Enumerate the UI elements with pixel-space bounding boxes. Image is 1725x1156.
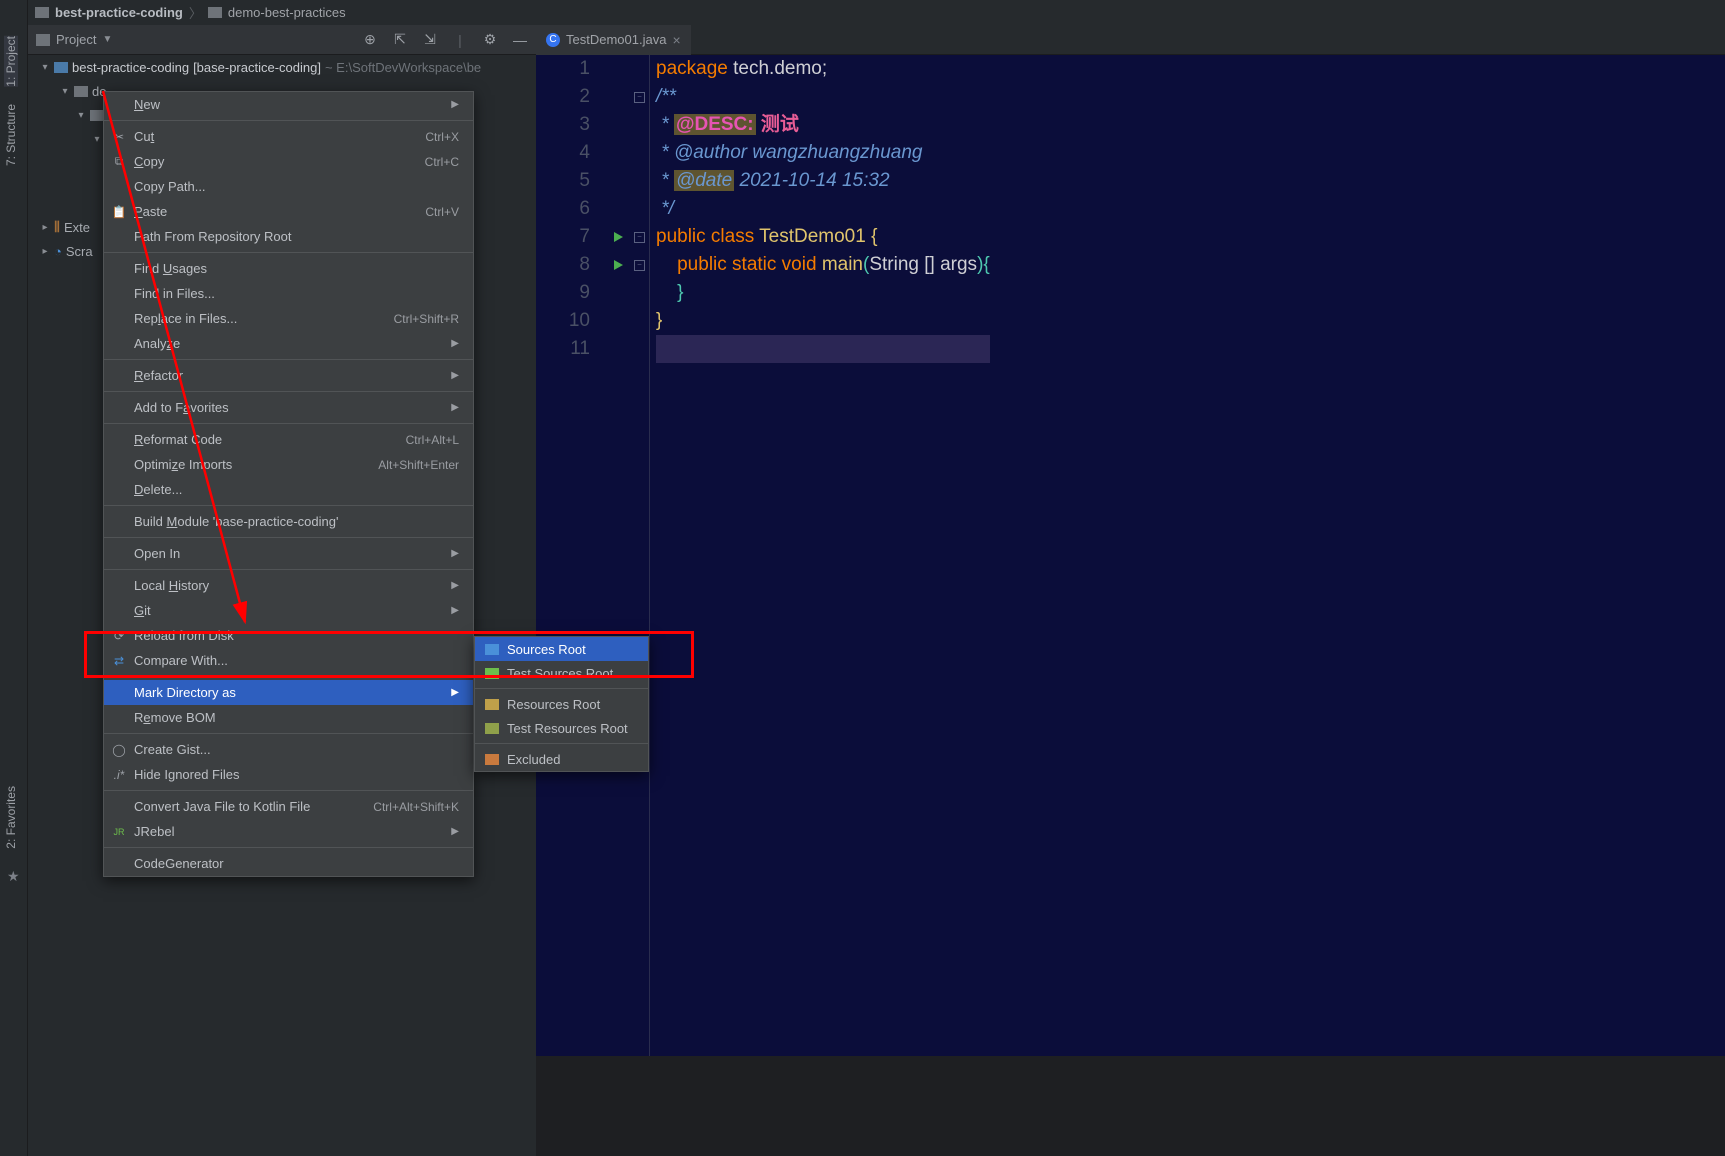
folder-icon (74, 86, 88, 97)
close-icon[interactable]: × (672, 32, 680, 48)
ctx-find-usages[interactable]: Find Usages (104, 256, 473, 281)
ctx-delete[interactable]: Delete... (104, 477, 473, 502)
fold-gutter: − − − (630, 55, 650, 1056)
copy-icon: ⧉ (111, 154, 127, 170)
ctx-compare[interactable]: ⇄Compare With... (104, 648, 473, 673)
ctx-copy-path[interactable]: Copy Path... (104, 174, 473, 199)
ctx-mark-directory[interactable]: Mark Directory as▶ (104, 680, 473, 705)
module-icon (54, 62, 68, 73)
breadcrumb: best-practice-coding 〉 demo-best-practic… (0, 0, 1725, 25)
ctx-convert-kotlin[interactable]: Convert Java File to Kotlin FileCtrl+Alt… (104, 794, 473, 819)
ctx-local-history[interactable]: Local History▶ (104, 573, 473, 598)
tree-row-root[interactable]: ▾ best-practice-coding [base-practice-co… (28, 55, 536, 79)
ctx-build-module[interactable]: Build Module 'base-practice-coding' (104, 509, 473, 534)
reload-icon: ⟳ (111, 628, 127, 644)
ctx-optimize-imports[interactable]: Optimize ImportsAlt+Shift+Enter (104, 452, 473, 477)
run-icon[interactable] (614, 232, 623, 242)
java-class-icon: C (546, 33, 560, 47)
sub-sources-root[interactable]: Sources Root (475, 637, 648, 661)
sub-excluded[interactable]: Excluded (475, 747, 648, 771)
folder-icon (35, 7, 49, 18)
ctx-create-gist[interactable]: ◯Create Gist... (104, 737, 473, 762)
ctx-copy[interactable]: ⧉CopyCtrl+C (104, 149, 473, 174)
filter-icon: .i* (111, 767, 127, 783)
folder-icon (485, 754, 499, 765)
collapse-all-icon[interactable]: ⇲ (422, 32, 438, 48)
ctx-open-in[interactable]: Open In▶ (104, 541, 473, 566)
tab-label: TestDemo01.java (566, 32, 666, 47)
project-panel-header: Project ▼ ⊕ ⇱ ⇲ | ⚙ — (28, 25, 536, 55)
ctx-git[interactable]: Git▶ (104, 598, 473, 623)
toolstripe-favorites[interactable]: 2: Favorites (4, 786, 18, 849)
sub-test-resources-root[interactable]: Test Resources Root (475, 716, 648, 740)
mark-directory-submenu: Sources Root Test Sources Root Resources… (474, 636, 649, 772)
scissors-icon: ✂ (111, 129, 127, 145)
ctx-replace-files[interactable]: Replace in Files...Ctrl+Shift+R (104, 306, 473, 331)
ctx-paste[interactable]: 📋PasteCtrl+V (104, 199, 473, 224)
diff-icon: ⇄ (111, 653, 127, 669)
folder-icon (485, 644, 499, 655)
folder-icon (485, 668, 499, 679)
ctx-hide-ignored[interactable]: .i*Hide Ignored Files (104, 762, 473, 787)
run-icon[interactable] (614, 260, 623, 270)
gear-icon[interactable]: ⚙ (482, 32, 498, 48)
ctx-path-repo[interactable]: Path From Repository Root (104, 224, 473, 249)
ctx-remove-bom[interactable]: Remove BOM (104, 705, 473, 730)
folder-icon (485, 723, 499, 734)
code-editor[interactable]: 123 456 789 1011 − − − package tech.demo… (536, 55, 1725, 1056)
code-area[interactable]: package tech.demo; /** * @DESC: 测试 * @au… (650, 55, 990, 1056)
fold-icon[interactable]: − (634, 92, 645, 103)
editor-tabbar: C TestDemo01.java × (536, 25, 1725, 55)
toolstripe-project[interactable]: 1: Project (4, 36, 18, 87)
dropdown-icon[interactable]: ▼ (102, 34, 112, 45)
toolstripe-structure[interactable]: 7: Structure (4, 104, 18, 166)
ctx-reformat[interactable]: Reformat CodeCtrl+Alt+L (104, 427, 473, 452)
ctx-new[interactable]: New▶ (104, 92, 473, 117)
divider: | (452, 32, 468, 48)
expand-icon[interactable]: ▾ (76, 110, 86, 121)
ctx-cut[interactable]: ✂CutCtrl+X (104, 124, 473, 149)
folder-icon (485, 699, 499, 710)
ctx-codegenerator[interactable]: CodeGenerator (104, 851, 473, 876)
folder-icon (208, 7, 222, 18)
libraries-icon: ⫼ (54, 219, 60, 235)
expand-icon[interactable]: ▾ (60, 86, 70, 97)
line-number-gutter: 123 456 789 1011 (536, 55, 606, 1056)
sub-resources-root[interactable]: Resources Root (475, 692, 648, 716)
folder-icon (90, 110, 104, 121)
ctx-find-files[interactable]: Find in Files... (104, 281, 473, 306)
context-menu: New▶ ✂CutCtrl+X ⧉CopyCtrl+C Copy Path...… (103, 91, 474, 877)
expand-icon[interactable]: ▾ (40, 62, 50, 73)
breadcrumb-leaf[interactable]: demo-best-practices (228, 5, 346, 20)
ctx-refactor[interactable]: Refactor▶ (104, 363, 473, 388)
fold-icon[interactable]: − (634, 260, 645, 271)
fold-icon[interactable]: − (634, 232, 645, 243)
jrebel-icon: JR (111, 824, 127, 840)
expand-icon[interactable]: ▸ (40, 222, 50, 233)
sub-test-sources-root[interactable]: Test Sources Root (475, 661, 648, 685)
github-icon: ◯ (111, 742, 127, 758)
expand-all-icon[interactable]: ⇱ (392, 32, 408, 48)
project-icon (36, 34, 50, 46)
locate-icon[interactable]: ⊕ (362, 32, 378, 48)
expand-icon[interactable]: ▾ (92, 134, 102, 145)
star-icon: ★ (7, 868, 20, 885)
scratch-icon: ◔ (54, 244, 62, 259)
breadcrumb-root[interactable]: best-practice-coding (55, 5, 183, 20)
expand-icon[interactable]: ▸ (40, 246, 50, 257)
paste-icon: 📋 (111, 204, 127, 220)
hide-panel-icon[interactable]: — (512, 32, 528, 48)
ctx-jrebel[interactable]: JRJRebel▶ (104, 819, 473, 844)
left-tool-stripe: 1: Project 7: Structure 2: Favorites ★ (0, 0, 28, 1156)
ctx-analyze[interactable]: Analyze▶ (104, 331, 473, 356)
project-panel-title[interactable]: Project (56, 32, 96, 47)
run-gutter (606, 55, 630, 1056)
ctx-reload[interactable]: ⟳Reload from Disk (104, 623, 473, 648)
editor-tab[interactable]: C TestDemo01.java × (536, 25, 691, 55)
ctx-add-favorites[interactable]: Add to Favorites▶ (104, 395, 473, 420)
chevron-right-icon: 〉 (189, 3, 202, 22)
